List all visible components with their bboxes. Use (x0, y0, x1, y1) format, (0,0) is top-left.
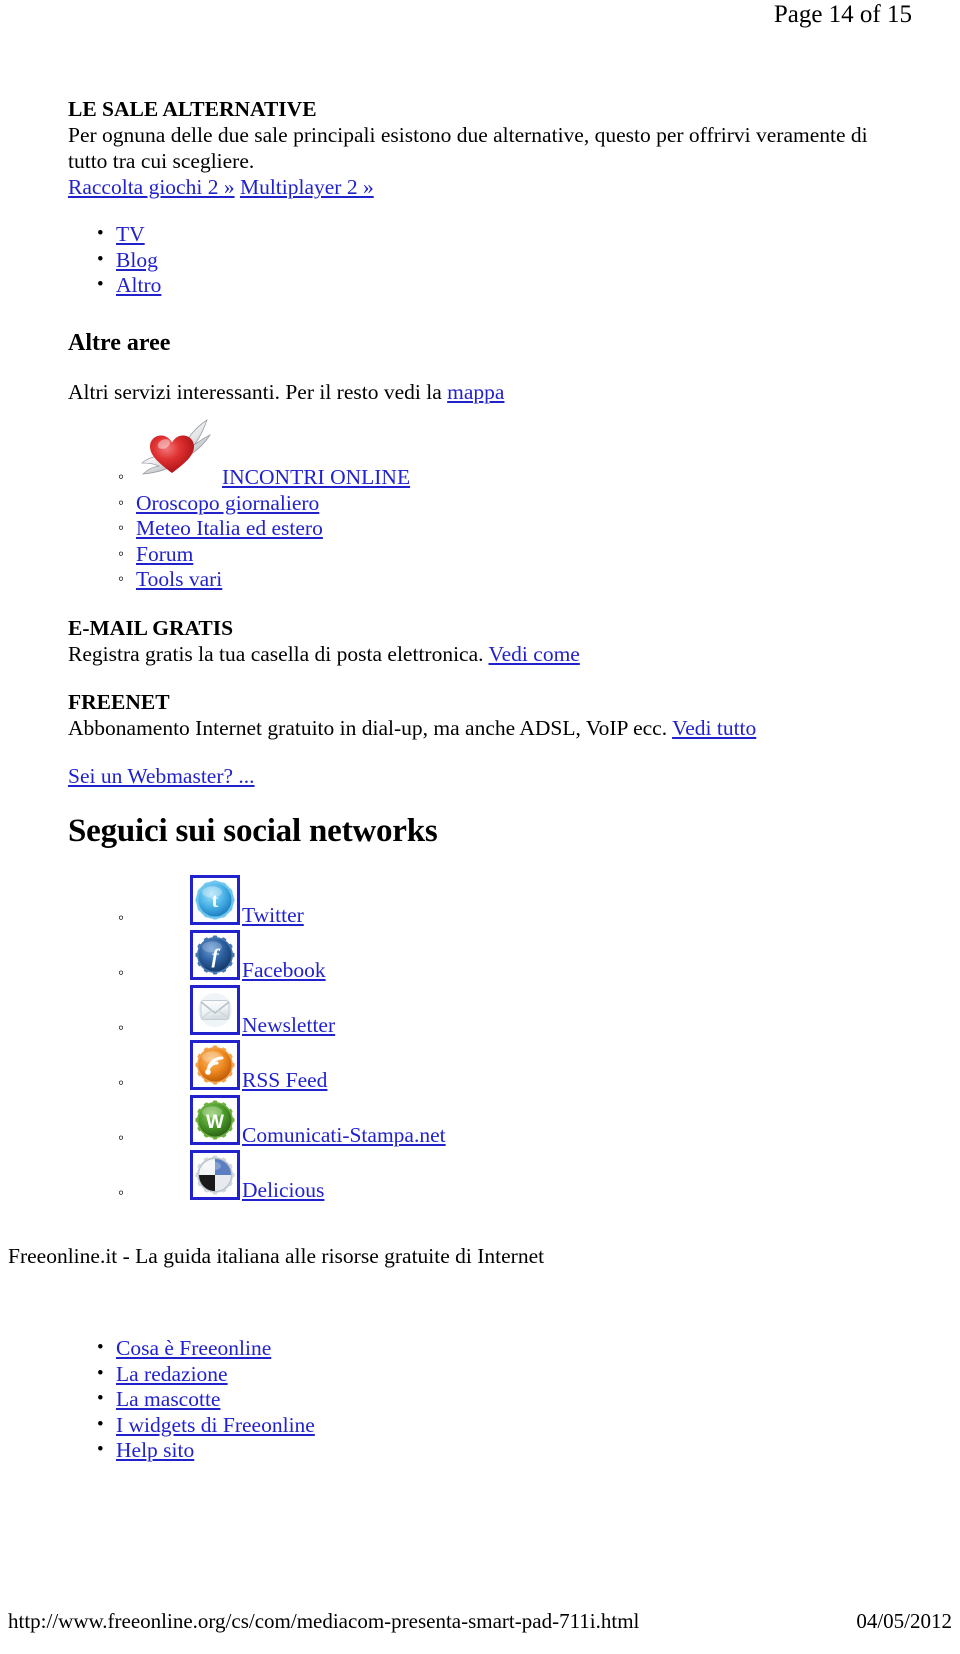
footer-date: 04/05/2012 (856, 1609, 952, 1633)
paragraph-freenet: Abbonamento Internet gratuito in dial-up… (68, 715, 898, 741)
link-blog[interactable]: Blog (116, 248, 158, 272)
list-item: La mascotte (97, 1386, 616, 1413)
list-item-comunicati-stampa: W Comunicati-Stampa.net (118, 1093, 898, 1150)
list-item: Help sito (97, 1437, 616, 1464)
bottom-nav-list: Cosa è Freeonline La redazione La mascot… (68, 1335, 616, 1464)
list-item-delicious: Delicious (118, 1148, 898, 1205)
link-help-sito[interactable]: Help sito (116, 1438, 194, 1462)
link-vedi-tutto[interactable]: Vedi tutto (672, 716, 756, 740)
link-tv[interactable]: TV (116, 222, 145, 246)
link-twitter[interactable]: Twitter (242, 903, 304, 929)
webmaster-row: Sei un Webmaster? ... (68, 763, 898, 789)
twitter-icon[interactable]: t (190, 874, 240, 925)
list-item-twitter: t Twitter (118, 873, 898, 930)
link-meteo-italia-ed-estero[interactable]: Meteo Italia ed estero (136, 516, 323, 540)
winged-heart-icon (140, 417, 212, 479)
link-vedi-come[interactable]: Vedi come (489, 642, 580, 666)
facebook-icon[interactable]: f (190, 929, 240, 980)
link-altro[interactable]: Altro (116, 273, 161, 297)
servizi-list: INCONTRI ONLINE Oroscopo giornaliero Met… (68, 418, 898, 593)
footer-source-url: http://www.freeonline.org/cs/com/mediaco… (8, 1609, 640, 1633)
envelope-icon[interactable] (190, 984, 240, 1035)
link-tools-vari[interactable]: Tools vari (136, 567, 222, 591)
comunicati-stampa-icon[interactable]: W (190, 1094, 240, 1145)
delicious-icon[interactable] (190, 1149, 240, 1200)
link-raccolta-giochi-2[interactable]: Raccolta giochi 2 » (68, 175, 235, 199)
link-multiplayer-2[interactable]: Multiplayer 2 » (240, 175, 374, 199)
paragraph-altri-servizi: Altri servizi interessanti. Per il resto… (68, 379, 898, 405)
heading-freenet: FREENET (68, 689, 170, 714)
link-la-redazione[interactable]: La redazione (116, 1362, 228, 1386)
link-mappa[interactable]: mappa (447, 380, 504, 404)
page-indicator: Page 14 of 15 (773, 1, 912, 28)
link-incontri-online[interactable]: INCONTRI ONLINE (222, 465, 410, 491)
link-comunicati-stampa-net[interactable]: Comunicati-Stampa.net (242, 1123, 446, 1149)
altri-servizi-text: Altri servizi interessanti. Per il resto… (68, 379, 448, 404)
rss-icon[interactable] (190, 1039, 240, 1090)
social-list: t Twitter (68, 873, 898, 1205)
link-oroscopo-giornaliero[interactable]: Oroscopo giornaliero (136, 491, 319, 515)
heading-altre-aree: Altre aree (68, 329, 171, 356)
site-tagline: Freeonline.it - La guida italiana alle r… (8, 1244, 545, 1268)
link-facebook[interactable]: Facebook (242, 958, 326, 984)
list-item: Meteo Italia ed estero (118, 515, 898, 542)
heading-email-gratis: E-MAIL GRATIS (68, 615, 234, 640)
svg-text:W: W (206, 1112, 224, 1133)
list-item: Forum (118, 541, 898, 568)
page-footer: http://www.freeonline.org/cs/com/mediaco… (8, 1608, 952, 1634)
list-item: I widgets di Freeonline (97, 1412, 616, 1439)
alternative-links-row: Raccolta giochi 2 » Multiplayer 2 » (68, 174, 898, 200)
list-item-newsletter: Newsletter (118, 983, 898, 1040)
link-newsletter[interactable]: Newsletter (242, 1013, 335, 1039)
link-sei-un-webmaster[interactable]: Sei un Webmaster? ... (68, 764, 255, 788)
list-item: La redazione (97, 1361, 616, 1388)
list-item: Oroscopo giornaliero (118, 490, 898, 517)
document-body: LE SALE ALTERNATIVE Per ognuna delle due… (68, 96, 898, 1205)
document-page: Page 14 of 15 LE SALE ALTERNATIVE Per og… (0, 0, 960, 1654)
paragraph-le-sale-alternative: Per ognuna delle due sale principali esi… (68, 123, 868, 173)
heading-seguici-sui-social-networks: Seguici sui social networks (68, 812, 438, 849)
freenet-text: Abbonamento Internet gratuito in dial-up… (68, 715, 673, 740)
list-item-rss-feed: RSS Feed (118, 1038, 898, 1095)
list-item: TV (97, 221, 898, 248)
svg-text:t: t (212, 890, 219, 912)
list-item-facebook: f Facebook (118, 928, 898, 985)
link-cosa-e-freeonline[interactable]: Cosa è Freeonline (116, 1336, 271, 1360)
list-item: Altro (97, 272, 898, 299)
list-item: Cosa è Freeonline (97, 1335, 616, 1362)
list-item-incontri-online: INCONTRI ONLINE (118, 418, 898, 491)
paragraph-email-gratis: Registra gratis la tua casella di posta … (68, 641, 898, 667)
heading-le-sale-alternative: LE SALE ALTERNATIVE (68, 97, 317, 121)
alternative-list: TV Blog Altro (68, 221, 898, 299)
link-rss-feed[interactable]: RSS Feed (242, 1068, 327, 1094)
link-i-widgets-di-freeonline[interactable]: I widgets di Freeonline (116, 1413, 315, 1437)
list-item: Tools vari (118, 566, 898, 593)
email-gratis-text: Registra gratis la tua casella di posta … (68, 641, 489, 666)
link-la-mascotte[interactable]: La mascotte (116, 1387, 220, 1411)
link-delicious[interactable]: Delicious (242, 1178, 324, 1204)
link-forum[interactable]: Forum (136, 542, 193, 566)
list-item: Blog (97, 247, 898, 274)
